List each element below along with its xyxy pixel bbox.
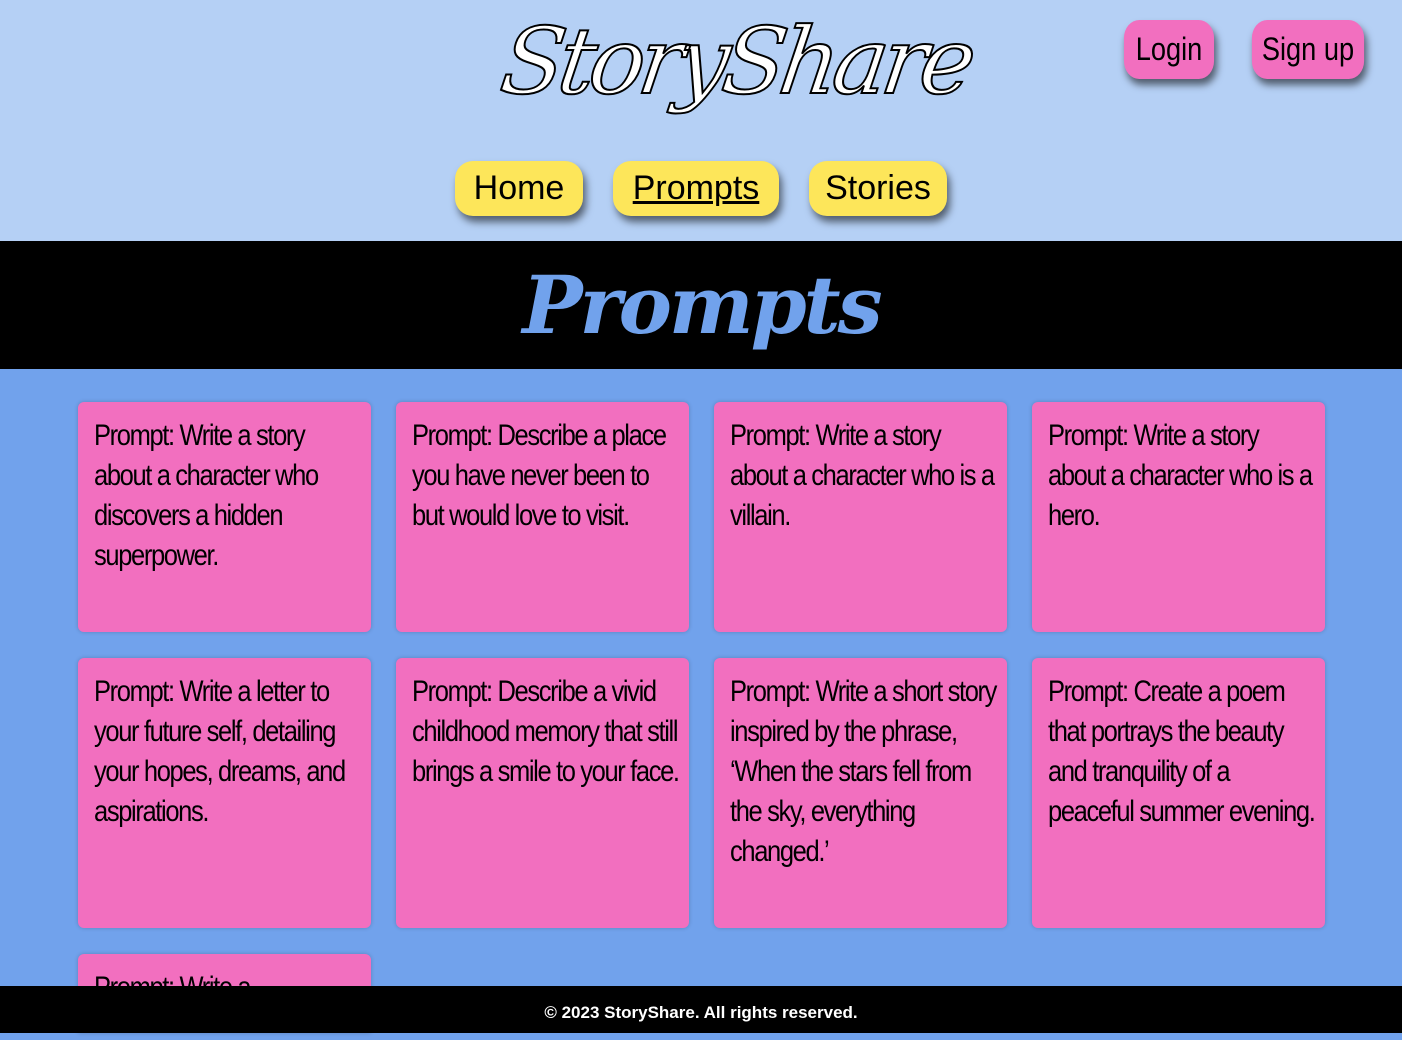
prompt-text: Prompt: Create a poem that portrays the …	[1048, 675, 1316, 828]
prompt-text: Prompt: Describe a place you have never …	[412, 419, 667, 532]
prompt-text: Prompt: Write a story about a character …	[730, 419, 995, 532]
prompt-card[interactable]: Prompt: Write a story about a character …	[714, 402, 1007, 632]
prompt-text: Prompt: Write a letter to your future se…	[94, 675, 346, 828]
login-button[interactable]: Login	[1123, 20, 1215, 79]
prompt-text: Prompt: Write a story about a character …	[1048, 419, 1313, 532]
nav-stories[interactable]: Stories	[809, 161, 947, 216]
prompt-card[interactable]: Prompt: Describe a vivid childhood memor…	[396, 658, 689, 928]
nav-home[interactable]: Home	[455, 161, 583, 216]
prompt-card[interactable]: Prompt: Describe a place you have never …	[396, 402, 689, 632]
signup-button[interactable]: Sign up	[1251, 20, 1365, 79]
prompt-card[interactable]: Prompt: Write a letter to your future se…	[78, 658, 371, 928]
site-header: StoryShare Home Prompts Stories Login Si…	[0, 0, 1402, 241]
nav-prompts[interactable]: Prompts	[613, 161, 779, 216]
prompt-text: Prompt: Write a short story inspired by …	[730, 675, 997, 868]
logo[interactable]: StoryShare	[490, 7, 978, 148]
prompt-card[interactable]: Prompt: Create a poem that portrays the …	[1032, 658, 1325, 928]
prompt-text: Prompt: Write a story about a character …	[94, 419, 319, 572]
page-banner: Prompts	[0, 241, 1402, 369]
footer: © 2023 StoryShare. All rights reserved.	[0, 986, 1402, 1033]
prompt-card[interactable]: Prompt: Write a story about a character …	[78, 402, 371, 632]
prompt-card[interactable]: Prompt: Write a short story inspired by …	[714, 658, 1007, 928]
prompt-card[interactable]: Prompt: Write a story about a character …	[1032, 402, 1325, 632]
page-title: Prompts	[522, 258, 882, 352]
prompt-text: Prompt: Describe a vivid childhood memor…	[412, 675, 680, 788]
